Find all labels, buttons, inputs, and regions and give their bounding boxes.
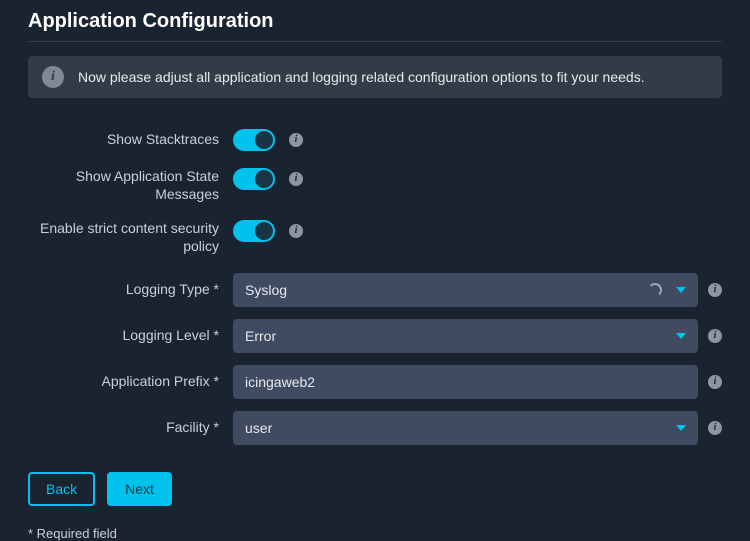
row-facility: Facility * user i (28, 408, 722, 448)
label-logging-level: Logging Level * (28, 327, 233, 345)
row-application-prefix: Application Prefix * icingaweb2 i (28, 362, 722, 402)
label-strict-csp: Enable strict content security policy (28, 220, 233, 255)
select-value: Error (245, 328, 668, 344)
divider (28, 41, 722, 42)
loading-icon (648, 283, 662, 297)
help-icon[interactable]: i (289, 224, 303, 238)
toggle-strict-csp[interactable] (233, 220, 275, 242)
button-bar: Back Next (28, 472, 722, 506)
chevron-down-icon (676, 333, 686, 339)
label-logging-type: Logging Type * (28, 281, 233, 299)
toggle-show-stacktraces[interactable] (233, 129, 275, 151)
select-facility[interactable]: user (233, 411, 698, 445)
required-field-note: * Required field (28, 526, 722, 541)
row-strict-csp: Enable strict content security policy i (28, 218, 722, 264)
label-show-stacktraces: Show Stacktraces (28, 131, 233, 149)
hint-text: Now please adjust all application and lo… (78, 69, 645, 85)
select-logging-type[interactable]: Syslog (233, 273, 698, 307)
select-logging-level[interactable]: Error (233, 319, 698, 353)
row-logging-level: Logging Level * Error i (28, 316, 722, 356)
label-show-app-state: Show Application State Messages (28, 168, 233, 203)
help-icon[interactable]: i (289, 172, 303, 186)
next-button[interactable]: Next (107, 472, 172, 506)
help-icon[interactable]: i (289, 133, 303, 147)
input-application-prefix[interactable]: icingaweb2 (233, 365, 698, 399)
toggle-show-app-state[interactable] (233, 168, 275, 190)
help-icon[interactable]: i (708, 329, 722, 343)
info-icon: i (42, 66, 64, 88)
label-facility: Facility * (28, 419, 233, 437)
help-icon[interactable]: i (708, 421, 722, 435)
input-value: icingaweb2 (245, 374, 686, 390)
select-value: Syslog (245, 282, 648, 298)
label-application-prefix: Application Prefix * (28, 373, 233, 391)
help-icon[interactable]: i (708, 375, 722, 389)
help-icon[interactable]: i (708, 283, 722, 297)
back-button[interactable]: Back (28, 472, 95, 506)
row-show-stacktraces: Show Stacktraces i (28, 120, 722, 160)
hint-box: i Now please adjust all application and … (28, 56, 722, 98)
select-value: user (245, 420, 668, 436)
row-show-app-state: Show Application State Messages i (28, 166, 722, 212)
row-logging-type: Logging Type * Syslog i (28, 270, 722, 310)
page-title: Application Configuration (28, 0, 722, 41)
config-form: Show Stacktraces i Show Application Stat… (28, 120, 722, 448)
chevron-down-icon (676, 287, 686, 293)
chevron-down-icon (676, 425, 686, 431)
